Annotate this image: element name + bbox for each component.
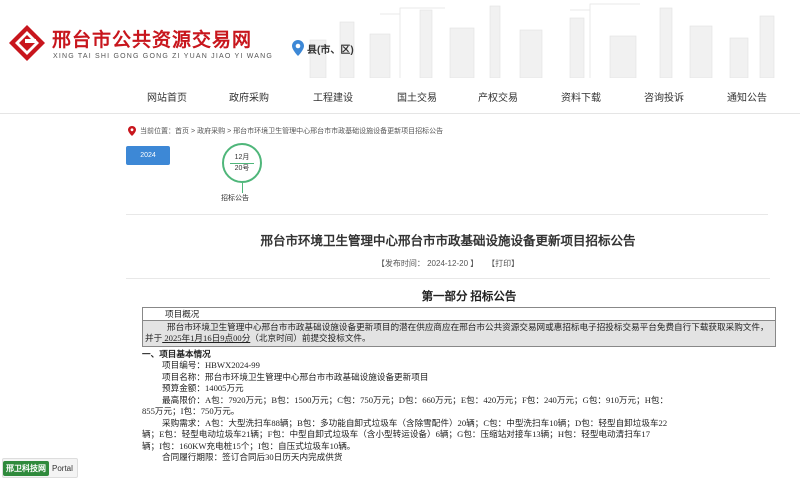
site-header: 邢台市公共资源交易网 XING TAI SHI GONG GONG ZI YUA…: [0, 0, 800, 78]
article-meta: 【发布时间： 2024-12-20 】 【打印】: [126, 258, 770, 269]
overview-text-2: （北京时间）前提交投标文件。: [250, 333, 371, 343]
main-nav: 网站首页 政府采购 工程建设 国土交易 产权交易 资料下载 咨询投诉 通知公告: [0, 78, 800, 114]
category-tag[interactable]: 招标公告: [221, 193, 249, 203]
max-price: 最高限价：A包：7920万元；B包：1500万元；C包：750万元；D包：660…: [162, 394, 669, 405]
print-button[interactable]: 【打印】: [487, 259, 519, 268]
divider: [126, 278, 770, 279]
nav-item-complaints[interactable]: 咨询投诉: [644, 89, 684, 104]
breadcrumb-government-procurement[interactable]: 政府采购: [197, 126, 225, 136]
project-number: 项目编号：HBWX2024-99: [162, 360, 260, 370]
procurement-needs: 采购需求：A包：大型洗扫车88辆；B包：多功能自卸式垃圾车（含除雪配件）20辆；…: [162, 417, 668, 428]
breadcrumb-separator: >: [191, 127, 196, 135]
procurement-needs-cont: 辆；E包：轻型电动垃圾车21辆；F包：中型自卸式垃圾车（含小型转运设备）6辆；G…: [142, 429, 650, 439]
nav-item-home[interactable]: 网站首页: [147, 89, 187, 104]
breadcrumb: 当前位置： 首页 > 政府采购 > 邢台市环境卫生管理中心邢台市市政基础设施设备…: [128, 124, 770, 138]
floating-badge[interactable]: 邢卫科技网 Portal: [2, 458, 78, 478]
region-label: 县(市、区): [307, 44, 354, 56]
overview-deadline: 2025年1月16日9点00分: [162, 333, 251, 343]
badge-logo: 邢卫科技网: [3, 460, 49, 476]
overview-heading: 项目概况: [143, 308, 775, 321]
article-body: 第一部分 招标公告 项目概况 邢台市环境卫生管理中心邢台市市政基础设施设备更新项…: [142, 291, 776, 464]
date-circle: 12月 20号: [222, 143, 262, 183]
breadcrumb-prefix: 当前位置：: [140, 128, 175, 135]
nav-item-notices[interactable]: 通知公告: [727, 89, 767, 104]
nav-item-property-rights[interactable]: 产权交易: [478, 89, 518, 104]
divider: [126, 214, 768, 215]
publish-date: 2024-12-20: [427, 259, 469, 268]
badge-text: Portal: [52, 463, 73, 473]
budget-amount: 预算金额：14005万元: [162, 383, 244, 393]
location-marker-icon: [128, 126, 136, 136]
date-month: 12月: [234, 153, 250, 161]
skyline-illustration: [309, 3, 775, 78]
timeline-connector: [242, 183, 243, 193]
project-overview-box: 项目概况 邢台市环境卫生管理中心邢台市市政基础设施设备更新项目的潜在供应商应在邢…: [142, 306, 776, 347]
year-tab[interactable]: 2024: [126, 146, 170, 165]
site-title[interactable]: 邢台市公共资源交易网: [52, 25, 252, 52]
breadcrumb-home[interactable]: 首页: [175, 126, 189, 136]
project-name: 项目名称：邢台市环境卫生管理中心邢台市市政基础设施设备更新项目: [162, 371, 429, 382]
site-logo[interactable]: [8, 24, 46, 62]
nav-item-engineering[interactable]: 工程建设: [313, 89, 353, 104]
overview-text: 邢台市环境卫生管理中心邢台市市政基础设施设备更新项目的潜在供应商应在邢台市公共资…: [143, 320, 775, 346]
section-title: 一、项目基本情况: [142, 348, 211, 359]
article-title: 邢台市环境卫生管理中心邢台市市政基础设施设备更新项目招标公告: [260, 233, 636, 248]
max-price-cont: 855万元；I包：750万元。: [142, 406, 240, 416]
region-selector[interactable]: 县(市、区): [292, 40, 354, 56]
procurement-needs-cont: 辆；I包：160KW充电桩15个；I包：自压式垃圾车10辆。: [142, 440, 356, 451]
breadcrumb-separator: >: [227, 127, 232, 135]
publish-close: 】: [470, 259, 479, 268]
location-pin-icon: [292, 40, 304, 56]
date-day: 20号: [234, 164, 250, 172]
part-heading: 第一部分 招标公告: [421, 291, 517, 303]
nav-item-land-trading[interactable]: 国土交易: [397, 89, 437, 104]
breadcrumb-current: 邢台市环境卫生管理中心邢台市市政基础设施设备更新项目招标公告: [233, 128, 444, 135]
contract-period: 合同履行期限：签订合同后30日历天内完成供货: [162, 452, 343, 462]
publish-label: 【发布时间：: [376, 259, 425, 268]
nav-item-government-procurement[interactable]: 政府采购: [229, 89, 269, 104]
site-subtitle: XING TAI SHI GONG GONG ZI YUAN JIAO YI W…: [53, 53, 274, 60]
nav-item-downloads[interactable]: 资料下载: [561, 89, 601, 104]
